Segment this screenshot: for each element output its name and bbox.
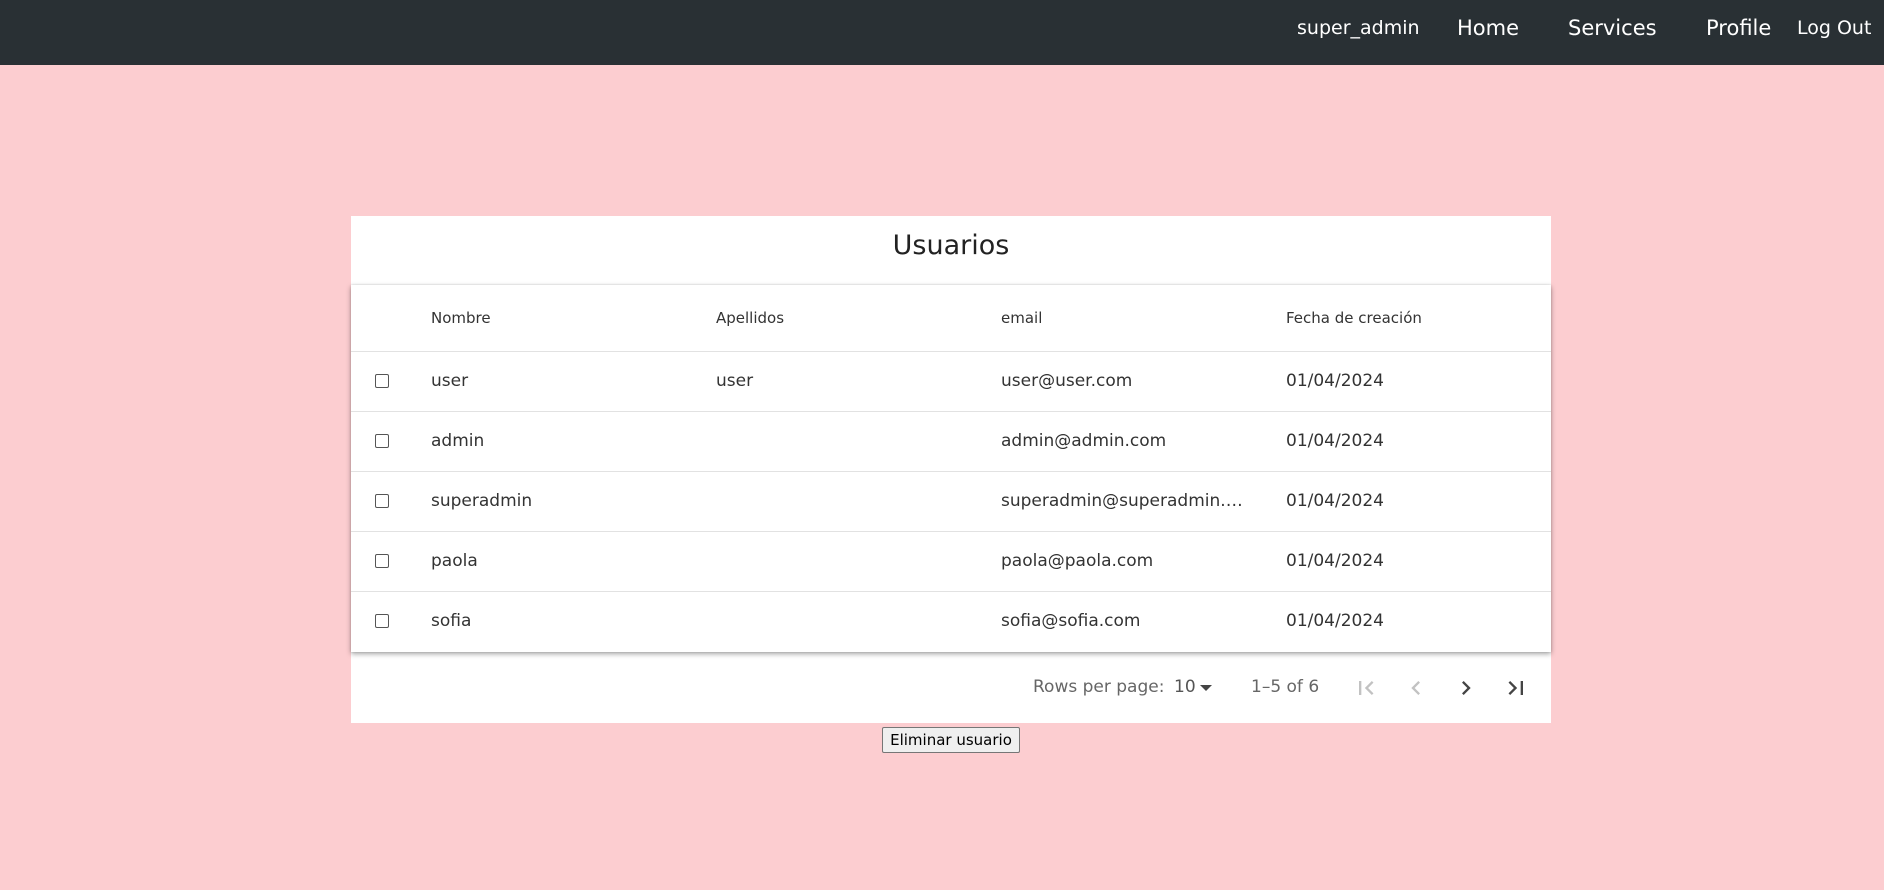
cell-fecha: 01/04/2024 xyxy=(1286,371,1384,391)
cell-apellidos xyxy=(716,532,976,591)
nav-logout-link[interactable]: Log Out xyxy=(1797,0,1871,56)
column-header-nombre[interactable]: Nombre xyxy=(431,285,691,351)
cell-nombre: superadmin xyxy=(431,491,533,511)
cell-apellidos: user xyxy=(716,371,754,391)
row-checkbox[interactable] xyxy=(375,374,389,388)
nav-services-link[interactable]: Services xyxy=(1568,0,1657,56)
prev-page-icon xyxy=(1411,681,1420,695)
rows-per-page-label: Rows per page: xyxy=(1033,677,1165,697)
cell-fecha: 01/04/2024 xyxy=(1286,491,1384,511)
nav-username: super_admin xyxy=(1297,17,1420,39)
prev-page-button[interactable] xyxy=(1402,674,1430,702)
cell-nombre: admin xyxy=(431,431,485,451)
cell-nombre: sofia xyxy=(431,611,472,631)
users-table: Nombre Apellidos email Fecha de creación… xyxy=(351,285,1551,652)
row-checkbox[interactable] xyxy=(375,434,389,448)
row-checkbox[interactable] xyxy=(375,554,389,568)
nav-home-link[interactable]: Home xyxy=(1457,0,1519,56)
table-row[interactable]: superadmin superadmin@superadmin.com 01/… xyxy=(351,472,1551,532)
caret-down-icon[interactable] xyxy=(1200,685,1212,691)
table-row[interactable]: sofia sofia@sofia.com 01/04/2024 xyxy=(351,592,1551,651)
row-checkbox[interactable] xyxy=(375,494,389,508)
cell-nombre: user xyxy=(431,371,469,391)
nav-profile-link[interactable]: Profile xyxy=(1706,0,1771,56)
cell-email: user@user.com xyxy=(1001,371,1133,391)
page-title: Usuarios xyxy=(892,230,1010,261)
next-page-button[interactable] xyxy=(1452,674,1480,702)
last-page-icon xyxy=(1508,681,1523,695)
cell-fecha: 01/04/2024 xyxy=(1286,551,1384,571)
cell-apellidos xyxy=(716,592,976,651)
cell-email: admin@admin.com xyxy=(1001,431,1167,451)
table-row[interactable]: paola paola@paola.com 01/04/2024 xyxy=(351,532,1551,592)
cell-apellidos xyxy=(716,412,976,471)
table-pagination: Rows per page: 10 1–5 of 6 xyxy=(351,652,1551,723)
pagination-range: 1–5 of 6 xyxy=(1251,677,1320,697)
cell-fecha: 01/04/2024 xyxy=(1286,431,1384,451)
column-header-fecha[interactable]: Fecha de creación xyxy=(1286,285,1526,351)
row-checkbox[interactable] xyxy=(375,614,389,628)
cell-email: sofia@sofia.com xyxy=(1001,611,1141,631)
last-page-button[interactable] xyxy=(1502,674,1530,702)
cell-nombre: paola xyxy=(431,551,478,571)
table-header: Nombre Apellidos email Fecha de creación xyxy=(351,285,1551,352)
users-card: Usuarios Nombre Apellidos email Fecha de… xyxy=(351,216,1551,723)
table-row[interactable]: admin admin@admin.com 01/04/2024 xyxy=(351,412,1551,472)
rows-per-page-select[interactable]: 10 xyxy=(1174,652,1196,723)
column-header-apellidos[interactable]: Apellidos xyxy=(716,285,976,351)
first-page-button[interactable] xyxy=(1352,674,1380,702)
cell-apellidos xyxy=(716,472,976,531)
cell-email: paola@paola.com xyxy=(1001,551,1154,571)
delete-user-button[interactable]: Eliminar usuario xyxy=(882,727,1020,753)
column-header-email[interactable]: email xyxy=(1001,285,1246,351)
cell-email: superadmin@superadmin.com xyxy=(1001,491,1246,511)
table-row[interactable]: user user user@user.com 01/04/2024 xyxy=(351,352,1551,412)
cell-fecha: 01/04/2024 xyxy=(1286,611,1384,631)
first-page-icon xyxy=(1359,681,1374,695)
top-navbar: super_admin Home Services Profile Log Ou… xyxy=(0,0,1884,65)
next-page-icon xyxy=(1462,681,1471,695)
